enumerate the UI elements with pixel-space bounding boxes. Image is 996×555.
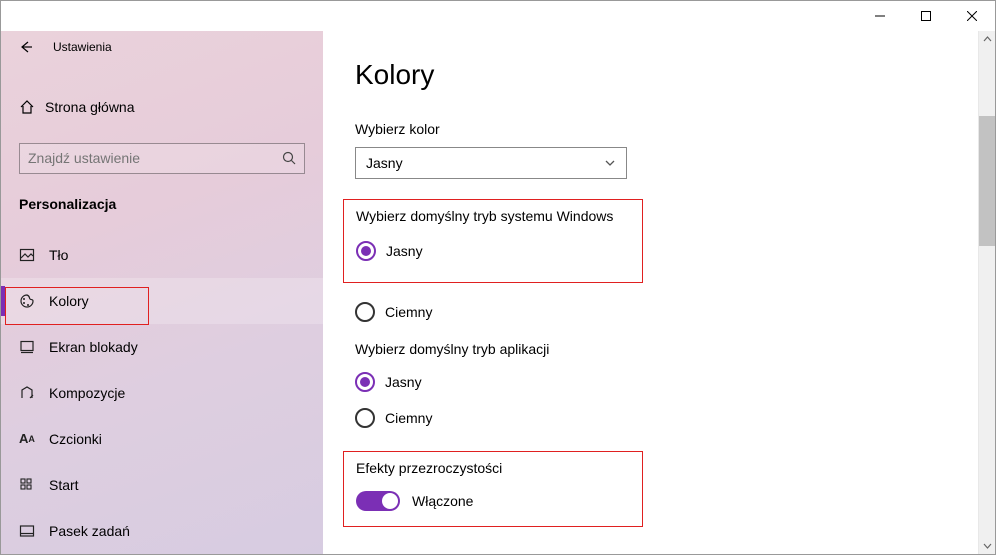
- sidebar-item-taskbar[interactable]: Pasek zadań: [1, 508, 323, 554]
- content: Kolory Wybierz kolor Jasny Wybierz domyś…: [323, 31, 978, 554]
- choose-color-label: Wybierz kolor: [355, 121, 978, 137]
- windows-mode-dark[interactable]: Ciemny: [355, 297, 978, 327]
- home-label: Strona główna: [45, 99, 135, 115]
- sidebar-item-label: Tło: [49, 247, 68, 263]
- scroll-track[interactable]: [979, 48, 995, 537]
- taskbar-icon: [19, 523, 49, 539]
- sidebar-item-label: Kompozycje: [49, 385, 125, 401]
- sidebar-item-lockscreen[interactable]: Ekran blokady: [1, 324, 323, 370]
- choose-color-value: Jasny: [366, 155, 403, 171]
- radio-checked-icon: [355, 372, 375, 392]
- settings-window: Ustawienia Strona główna Personalizacja: [0, 0, 996, 555]
- radio-icon: [355, 302, 375, 322]
- start-icon: [19, 477, 49, 493]
- app-title: Ustawienia: [53, 40, 112, 54]
- maximize-button[interactable]: [903, 1, 949, 31]
- sidebar-item-start[interactable]: Start: [1, 462, 323, 508]
- theme-icon: [19, 385, 49, 401]
- sidebar-nav: Tło Kolory Ekran blokady: [1, 232, 323, 554]
- page-title: Kolory: [355, 59, 978, 91]
- scrollbar[interactable]: [978, 31, 995, 554]
- sidebar-item-label: Ekran blokady: [49, 339, 138, 355]
- transparency-toggle-row[interactable]: Włączone: [356, 488, 630, 514]
- transparency-title: Efekty przezroczystości: [356, 460, 630, 476]
- sidebar-item-label: Pasek zadań: [49, 523, 130, 539]
- search-input-wrap[interactable]: [19, 143, 305, 174]
- content-wrap: Kolory Wybierz kolor Jasny Wybierz domyś…: [323, 31, 995, 554]
- category-label: Personalizacja: [19, 196, 323, 212]
- lockscreen-icon: [19, 339, 49, 355]
- search-icon: [282, 151, 296, 165]
- windows-mode-light[interactable]: Jasny: [356, 236, 630, 266]
- search-input[interactable]: [28, 150, 282, 166]
- titlebar: [1, 1, 995, 31]
- sidebar-item-colors[interactable]: Kolory: [1, 278, 323, 324]
- radio-checked-icon: [356, 241, 376, 261]
- radio-icon: [355, 408, 375, 428]
- transparency-group: Efekty przezroczystości Włączone: [343, 451, 643, 527]
- minimize-button[interactable]: [857, 1, 903, 31]
- font-icon: AA: [19, 431, 49, 446]
- scroll-thumb[interactable]: [979, 116, 995, 246]
- scroll-down-icon[interactable]: [979, 537, 996, 554]
- sidebar: Ustawienia Strona główna Personalizacja: [1, 31, 323, 554]
- picture-icon: [19, 247, 49, 263]
- app-mode-title: Wybierz domyślny tryb aplikacji: [355, 341, 978, 357]
- app-mode-light[interactable]: Jasny: [355, 367, 978, 397]
- toggle-on-icon: [356, 491, 400, 511]
- radio-label: Jasny: [385, 374, 422, 390]
- close-button[interactable]: [949, 1, 995, 31]
- sidebar-item-label: Czcionki: [49, 431, 102, 447]
- back-arrow-icon[interactable]: [15, 40, 37, 54]
- chevron-down-icon: [604, 157, 616, 169]
- palette-icon: [19, 293, 49, 309]
- sidebar-item-label: Start: [49, 477, 79, 493]
- scroll-up-icon[interactable]: [979, 31, 996, 48]
- radio-label: Ciemny: [385, 410, 432, 426]
- sidebar-item-fonts[interactable]: AA Czcionki: [1, 416, 323, 462]
- sidebar-header: Ustawienia: [1, 31, 323, 62]
- radio-label: Jasny: [386, 243, 423, 259]
- home-icon: [19, 99, 45, 115]
- choose-color-select[interactable]: Jasny: [355, 147, 627, 179]
- windows-mode-title: Wybierz domyślny tryb systemu Windows: [356, 208, 630, 224]
- sidebar-item-themes[interactable]: Kompozycje: [1, 370, 323, 416]
- radio-label: Ciemny: [385, 304, 432, 320]
- app-mode-dark[interactable]: Ciemny: [355, 403, 978, 433]
- sidebar-item-label: Kolory: [49, 293, 89, 309]
- window-body: Ustawienia Strona główna Personalizacja: [1, 31, 995, 554]
- home-link[interactable]: Strona główna: [1, 90, 323, 125]
- toggle-state: Włączone: [412, 493, 473, 509]
- windows-mode-group: Wybierz domyślny tryb systemu Windows Ja…: [343, 199, 643, 283]
- sidebar-item-background[interactable]: Tło: [1, 232, 323, 278]
